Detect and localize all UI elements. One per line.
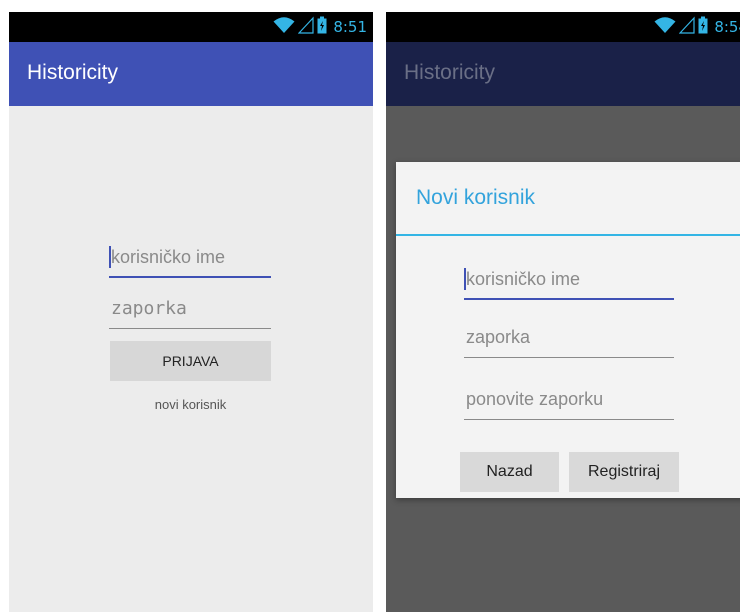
signal-icon: [678, 15, 695, 39]
password-underline: [464, 357, 674, 358]
password-field: [109, 291, 271, 329]
password-input[interactable]: [109, 291, 271, 325]
wifi-icon: [273, 16, 295, 39]
login-screen: 8:51 Historicity PRIJAVA novi korisnik: [9, 12, 373, 612]
username-underline: [109, 276, 271, 278]
app-title: Historicity: [27, 61, 119, 84]
battery-icon: [317, 16, 327, 39]
battery-icon: [698, 16, 708, 39]
username-field: [109, 240, 271, 278]
login-form: PRIJAVA novi korisnik: [9, 106, 373, 612]
text-cursor: [109, 246, 111, 268]
new-user-dialog: Novi korisnik Nazad Registriraj: [396, 162, 740, 498]
app-bar: Historicity: [9, 42, 373, 106]
status-bar: 8:54: [386, 12, 740, 42]
username-underline: [464, 298, 674, 300]
wifi-icon: [654, 16, 676, 39]
password-underline: [109, 328, 271, 329]
app-bar: Historicity: [386, 42, 740, 106]
repeat-password-input[interactable]: [464, 382, 674, 416]
password-field: [464, 320, 674, 358]
repeat-password-underline: [464, 419, 674, 420]
username-field: [464, 262, 674, 300]
login-button[interactable]: PRIJAVA: [110, 341, 271, 381]
status-time: 8:51: [333, 18, 367, 36]
dialog-title: Novi korisnik: [416, 186, 536, 209]
dialog-divider: [396, 234, 740, 236]
text-cursor: [464, 268, 466, 290]
register-screen: 8:54 Historicity Novi korisnik Nazad Reg…: [386, 12, 740, 612]
app-title: Historicity: [404, 61, 496, 84]
new-user-link[interactable]: novi korisnik: [110, 397, 271, 412]
repeat-password-field: [464, 382, 674, 420]
back-button[interactable]: Nazad: [460, 452, 559, 492]
register-button[interactable]: Registriraj: [569, 452, 679, 492]
username-input[interactable]: [464, 262, 674, 296]
password-input[interactable]: [464, 320, 674, 354]
status-bar: 8:51: [9, 12, 373, 42]
status-time: 8:54: [714, 18, 740, 36]
username-input[interactable]: [109, 240, 271, 274]
signal-icon: [297, 15, 314, 39]
